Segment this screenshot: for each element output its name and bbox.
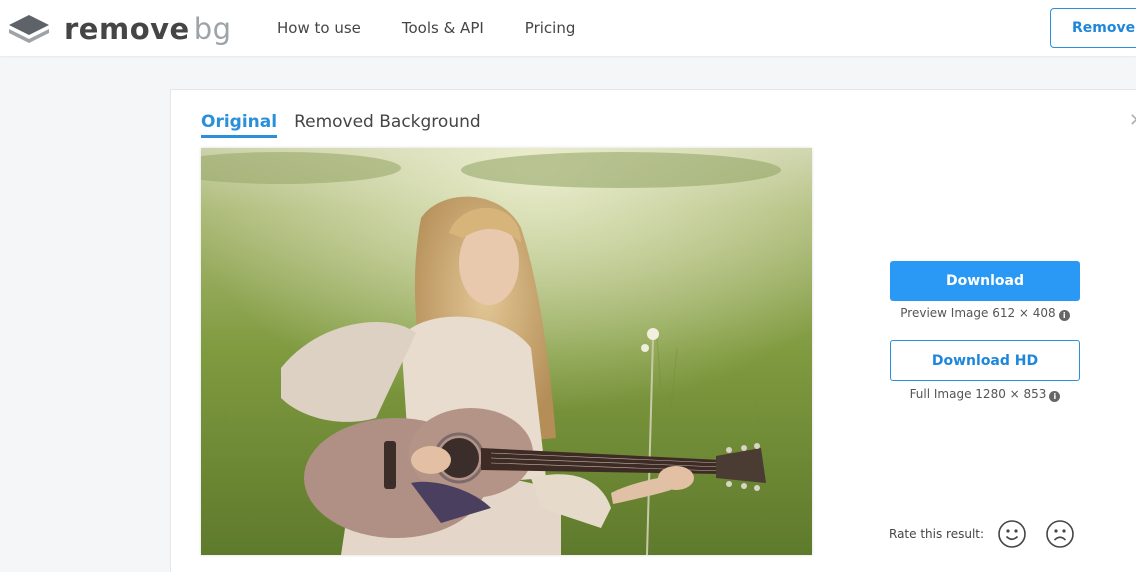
top-header: remove bg How to use Tools & API Pricing … xyxy=(0,0,1136,56)
info-icon[interactable]: i xyxy=(1049,391,1061,402)
remove-background-button[interactable]: Remove Background xyxy=(1050,8,1136,48)
nav-pricing[interactable]: Pricing xyxy=(525,19,576,37)
download-hd-button[interactable]: Download HD xyxy=(890,340,1080,381)
tab-original[interactable]: Original xyxy=(201,112,278,138)
original-photo xyxy=(201,148,812,555)
logo-text: remove bg xyxy=(64,12,232,46)
smiley-sad-icon[interactable] xyxy=(1045,519,1075,549)
result-card: Original Removed Background ✕ xyxy=(170,89,1136,572)
full-image-caption: Full Image 1280 × 853 i xyxy=(890,387,1080,402)
nav-how-to-use[interactable]: How to use xyxy=(277,19,361,37)
download-button[interactable]: Download xyxy=(890,261,1080,301)
smiley-happy-icon[interactable] xyxy=(997,519,1027,549)
close-icon[interactable]: ✕ xyxy=(1129,110,1136,131)
main-nav: How to use Tools & API Pricing xyxy=(277,19,616,37)
logo[interactable]: remove bg xyxy=(8,12,232,46)
full-size-text: Full Image 1280 × 853 xyxy=(909,387,1047,401)
tab-removed-background[interactable]: Removed Background xyxy=(294,112,481,138)
logo-icon xyxy=(9,15,49,43)
view-tabs: Original Removed Background xyxy=(201,112,498,138)
info-icon[interactable]: i xyxy=(1058,310,1070,321)
preview-image-caption: Preview Image 612 × 408 i xyxy=(890,306,1080,321)
preview-size-text: Preview Image 612 × 408 xyxy=(900,306,1056,320)
rate-result-label: Rate this result: xyxy=(889,527,985,541)
nav-tools-api[interactable]: Tools & API xyxy=(402,19,484,37)
